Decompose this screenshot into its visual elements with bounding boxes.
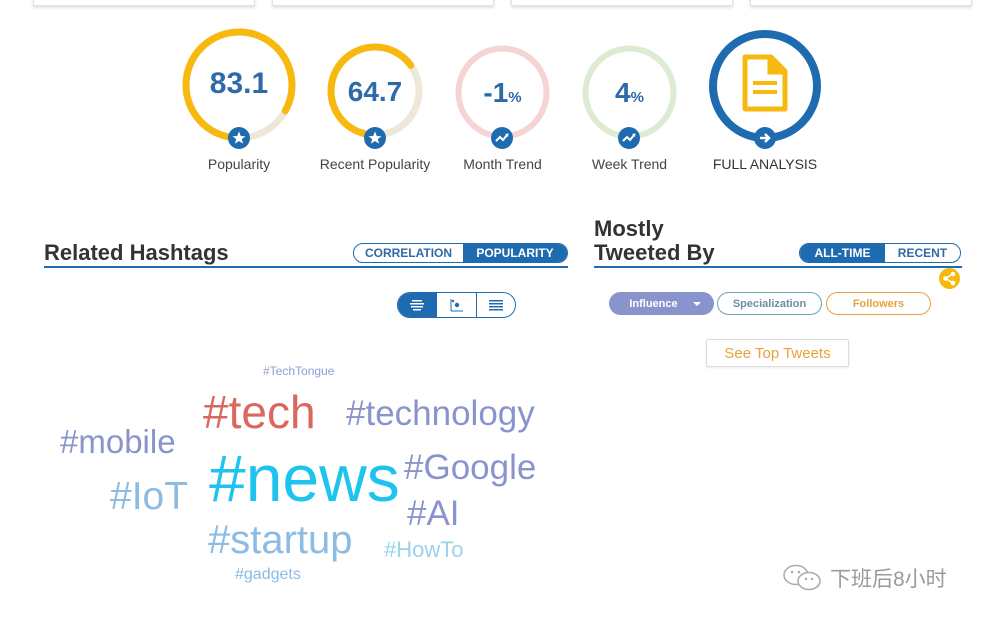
hashtag-google[interactable]: #Google	[404, 450, 536, 485]
watermark-text: 下班后8小时	[830, 568, 947, 591]
star-icon	[364, 127, 386, 149]
top-card-2	[272, 0, 494, 6]
month-trend-value: -1%	[483, 77, 522, 108]
trend-icon	[491, 127, 513, 149]
all-time-tab[interactable]: ALL-TIME	[800, 244, 885, 262]
recent-popularity-gauge[interactable]: 64.7 Recent Popularity	[320, 42, 430, 172]
popularity-tab[interactable]: POPULARITY	[462, 244, 567, 262]
see-top-tweets-button[interactable]: See Top Tweets	[706, 339, 849, 367]
influence-label: Influence	[629, 297, 678, 310]
scatter-plot-view-button[interactable]	[436, 293, 475, 317]
specialization-filter[interactable]: Specialization	[717, 292, 822, 315]
month-trend-gauge[interactable]: -1% Month Trend	[454, 44, 551, 172]
hashtag-ai[interactable]: #AI	[407, 496, 460, 531]
wechat-icon	[783, 564, 821, 591]
scatter-plot-icon	[450, 299, 464, 312]
popularity-gauge[interactable]: 83.1 Popularity	[181, 27, 297, 172]
popularity-value: 83.1	[209, 67, 269, 100]
view-mode-selector	[397, 292, 516, 318]
list-view-button[interactable]	[475, 293, 515, 317]
week-trend-value: 4%	[615, 77, 644, 108]
hashtag-howto[interactable]: #HowTo	[384, 539, 463, 561]
followers-filter[interactable]: Followers	[826, 292, 931, 315]
trend-icon	[618, 127, 640, 149]
recent-tab[interactable]: RECENT	[885, 244, 960, 262]
list-icon	[488, 300, 503, 311]
word-cloud-icon	[410, 300, 425, 311]
related-hashtags-divider	[44, 266, 568, 268]
related-hashtags-title: Related Hashtags	[44, 240, 229, 265]
title-line-2: Tweeted By	[594, 240, 715, 265]
hashtag-mode-toggle: CORRELATION POPULARITY	[353, 243, 568, 263]
hashtag-iot[interactable]: #IoT	[110, 477, 188, 516]
top-card-3	[511, 0, 733, 6]
mostly-tweeted-divider	[594, 266, 962, 268]
top-card-4	[750, 0, 972, 6]
share-button[interactable]	[939, 268, 960, 289]
time-range-toggle: ALL-TIME RECENT	[799, 243, 961, 263]
document-icon	[742, 54, 788, 112]
watermark: 下班后8小时	[782, 563, 947, 593]
hashtag-tech[interactable]: #tech	[203, 389, 316, 435]
hashtag-news[interactable]: #news	[209, 445, 400, 511]
arrow-right-icon	[754, 127, 776, 149]
correlation-tab[interactable]: CORRELATION	[354, 244, 463, 262]
full-analysis-button[interactable]: FULL ANALYSIS	[708, 29, 822, 172]
share-icon	[943, 271, 956, 286]
full-analysis-label: FULL ANALYSIS	[712, 156, 818, 172]
chevron-down-icon	[692, 301, 701, 306]
week-trend-gauge[interactable]: 4% Week Trend	[581, 44, 678, 172]
star-icon	[228, 127, 250, 149]
hashtag-gadgets[interactable]: #gadgets	[235, 567, 301, 583]
hashtag-mobile[interactable]: #mobile	[60, 425, 176, 458]
influence-filter[interactable]: Influence	[609, 292, 714, 315]
top-card-1	[33, 0, 255, 6]
recent-popularity-value: 64.7	[347, 76, 403, 107]
word-cloud-view-button[interactable]	[398, 293, 437, 317]
mostly-tweeted-by-title: Mostly Tweeted By	[594, 217, 715, 265]
hashtag-technology[interactable]: #technology	[346, 396, 535, 431]
hashtag-startup[interactable]: #startup	[208, 520, 353, 560]
hashtag-techtongue[interactable]: #TechTongue	[263, 365, 334, 377]
title-line-1: Mostly	[594, 216, 664, 241]
